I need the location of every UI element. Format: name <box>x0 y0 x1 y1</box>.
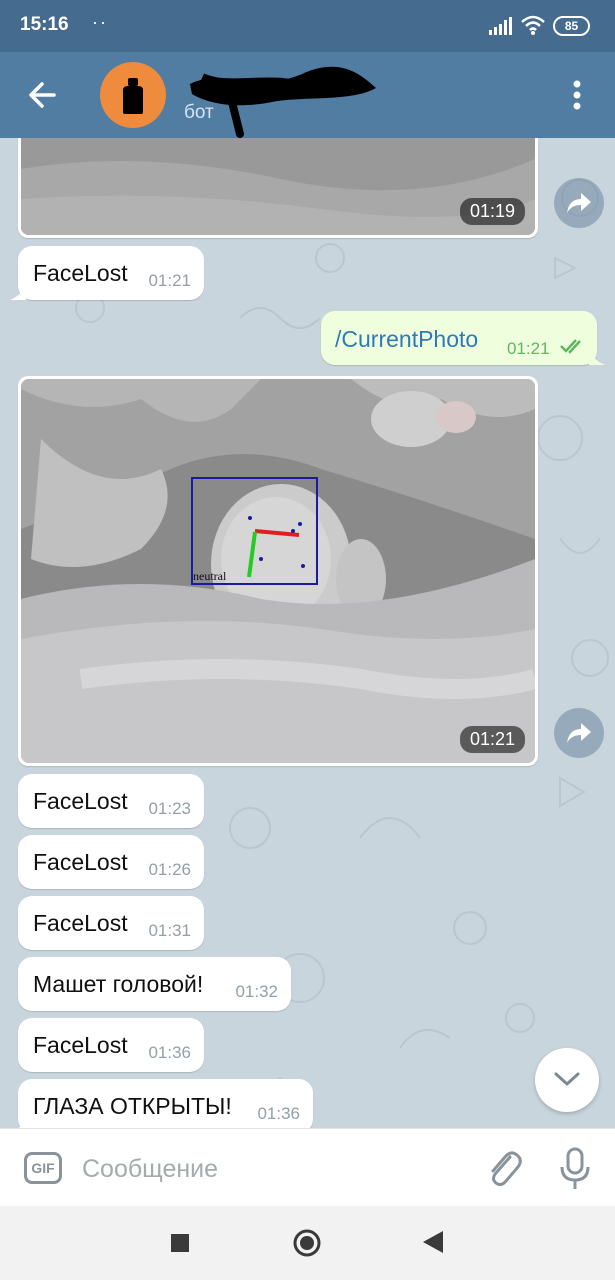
incoming-message[interactable]: FaceLost 01:26 <box>18 835 204 889</box>
battery-indicator: 85 <box>553 16 590 36</box>
chevron-down-icon <box>554 1072 580 1086</box>
read-check-icon <box>560 339 581 354</box>
bubble-tail <box>589 351 605 365</box>
forward-icon <box>567 193 591 213</box>
message-text: ГЛАЗА ОТКРЫТЫ! <box>33 1093 232 1119</box>
system-nav-bar <box>0 1206 615 1280</box>
incoming-message[interactable]: Машет головой! 01:32 <box>18 957 291 1011</box>
command-link[interactable]: /CurrentPhoto <box>335 326 478 353</box>
redacted-chat-name <box>190 66 376 138</box>
notification-dots: ·· <box>92 12 108 32</box>
chat-avatar[interactable] <box>100 62 166 128</box>
photo-message[interactable]: 01:19 <box>18 138 538 238</box>
emotion-label: neutral <box>193 569 227 583</box>
signal-icon <box>489 17 512 35</box>
home-button[interactable] <box>293 1229 321 1257</box>
incoming-message[interactable]: ГЛАЗА ОТКРЫТЫ! 01:36 <box>18 1079 313 1128</box>
message-text: Машет головой! <box>33 971 204 997</box>
message-time: 01:21 <box>148 271 191 290</box>
message-composer: GIF <box>0 1128 615 1206</box>
outgoing-message[interactable]: /CurrentPhoto 01:21 <box>321 311 605 365</box>
message-text: FaceLost <box>33 1032 128 1058</box>
incoming-message[interactable]: FaceLost 01:23 <box>18 774 204 828</box>
message-text: FaceLost <box>33 849 128 875</box>
back-button[interactable] <box>22 74 64 116</box>
bottle-icon <box>123 78 143 114</box>
message-time: 01:23 <box>148 799 191 818</box>
message-time: 01:36 <box>148 1043 191 1062</box>
bubble-tail <box>18 1119 26 1128</box>
forward-button[interactable] <box>554 708 604 758</box>
message-time: 01:21 <box>507 339 550 358</box>
message-text: FaceLost <box>33 260 128 286</box>
message-text: FaceLost <box>33 910 128 936</box>
wifi-icon <box>521 15 545 35</box>
bubble-tail <box>10 286 26 300</box>
attach-button[interactable] <box>484 1147 524 1189</box>
photo-image <box>21 379 535 763</box>
forward-button[interactable] <box>554 178 604 228</box>
microphone-button[interactable] <box>558 1147 592 1191</box>
status-bar: 15:16 ·· 85 <box>0 0 615 52</box>
message-time: 01:32 <box>235 982 278 1001</box>
message-time: 01:36 <box>257 1104 300 1123</box>
chat-area[interactable]: 01:19 FaceLost 01:21 /CurrentPhoto 01:21 <box>0 138 615 1128</box>
message-time: 01:31 <box>148 921 191 940</box>
message-input[interactable] <box>82 1149 462 1189</box>
status-time: 15:16 <box>20 14 69 35</box>
incoming-message[interactable]: FaceLost 01:36 <box>18 1018 204 1072</box>
incoming-message[interactable]: FaceLost 01:31 <box>18 896 204 950</box>
chat-header: бот <box>0 52 615 138</box>
message-text: FaceLost <box>33 788 128 814</box>
nav-back-button[interactable] <box>423 1231 443 1253</box>
incoming-message[interactable]: FaceLost 01:21 <box>10 246 204 300</box>
photo-time: 01:19 <box>459 198 525 225</box>
message-time: 01:26 <box>148 860 191 879</box>
chat-subtitle: бот <box>184 102 214 123</box>
recent-apps-button[interactable] <box>171 1234 189 1252</box>
photo-image <box>21 138 535 235</box>
photo-message[interactable]: neutral 01:21 <box>18 376 538 766</box>
forward-icon <box>567 723 591 743</box>
gif-button[interactable]: GIF <box>24 1152 62 1184</box>
photo-time: 01:21 <box>459 726 525 753</box>
scroll-down-button[interactable] <box>535 1048 599 1112</box>
more-menu-button[interactable] <box>562 74 592 116</box>
